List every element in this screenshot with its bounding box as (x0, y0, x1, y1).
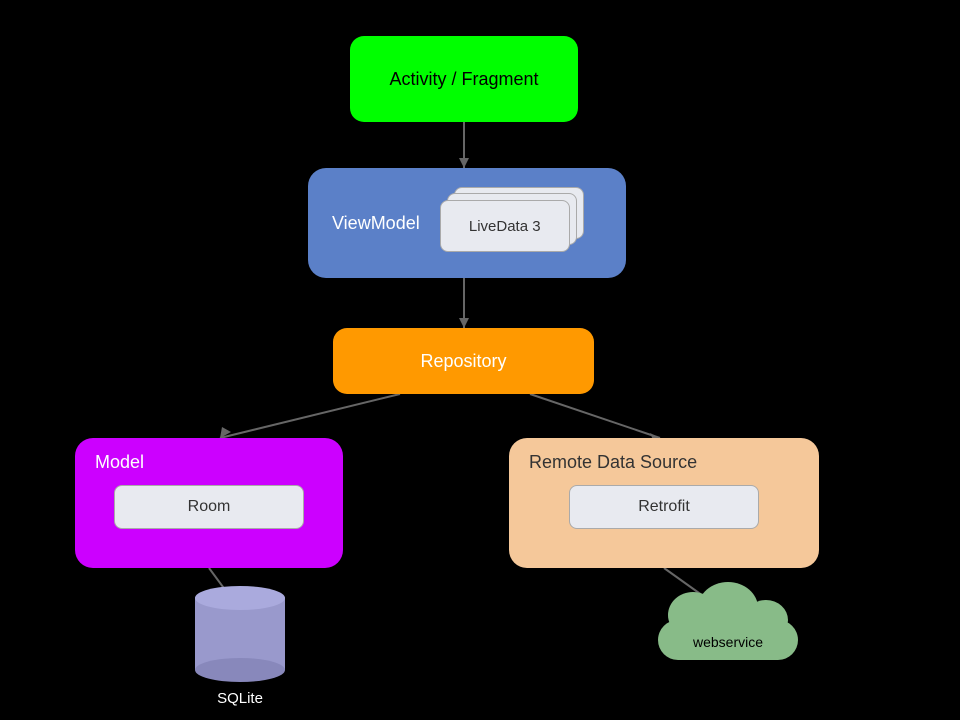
viewmodel-label: ViewModel (332, 213, 420, 234)
cylinder-top (195, 586, 285, 610)
room-label: Room (188, 498, 231, 516)
activity-fragment-label: Activity / Fragment (389, 69, 538, 90)
model-label: Model (95, 452, 144, 473)
retrofit-label: Retrofit (638, 498, 690, 516)
livedata-card-front: LiveData 3 (440, 200, 570, 252)
model-node: Model Room (75, 438, 343, 568)
remote-label: Remote Data Source (529, 452, 697, 473)
sqlite-cylinder (195, 598, 285, 670)
room-card: Room (114, 485, 304, 529)
cloud-shape: webservice (648, 600, 808, 660)
repository-label: Repository (420, 351, 506, 372)
cylinder-bottom (195, 658, 285, 682)
viewmodel-node: ViewModel LiveData 3 (308, 168, 626, 278)
sqlite-label: SQLite (217, 690, 263, 707)
webservice-label: webservice (648, 634, 808, 650)
livedata-label: LiveData 3 (469, 218, 541, 235)
livedata-stack: LiveData 3 (440, 187, 580, 259)
sqlite-node: SQLite (195, 598, 285, 707)
remote-data-source-node: Remote Data Source Retrofit (509, 438, 819, 568)
retrofit-card: Retrofit (569, 485, 759, 529)
webservice-node: webservice (648, 600, 808, 660)
activity-fragment-node: Activity / Fragment (350, 36, 578, 122)
architecture-diagram: Activity / Fragment ViewModel LiveData 3… (0, 0, 960, 720)
repository-node: Repository (333, 328, 594, 394)
